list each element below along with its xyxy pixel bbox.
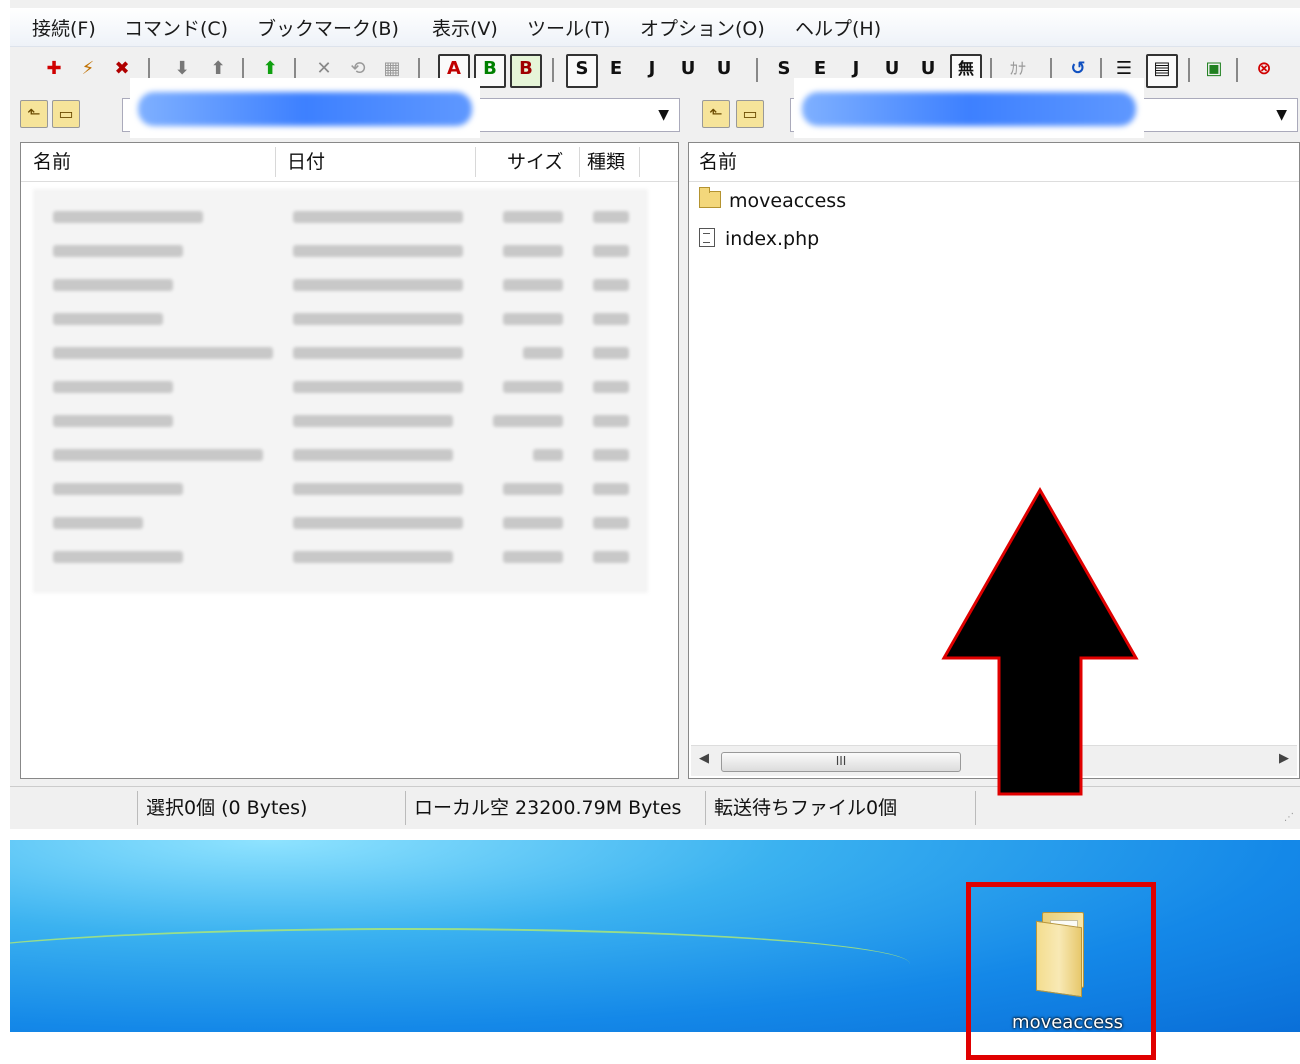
column-divider[interactable] <box>475 147 476 177</box>
chevron-down-icon[interactable]: ▼ <box>658 107 669 123</box>
menu-command[interactable]: コマンド(C) <box>124 14 228 41</box>
toolbar-separator <box>756 58 758 82</box>
plug-icon[interactable]: ✚ <box>40 54 68 84</box>
folder-up-icon[interactable]: ⬑ <box>20 100 48 128</box>
toolbar-separator <box>552 58 554 82</box>
host-sjis-button[interactable]: S <box>566 54 598 88</box>
folder-open-icon[interactable]: ▭ <box>736 100 764 128</box>
file-name: moveaccess <box>729 190 847 212</box>
menu-options[interactable]: オプション(O) <box>640 14 765 41</box>
column-divider[interactable] <box>639 147 640 177</box>
host-utf8bom-button[interactable]: U <box>710 54 738 84</box>
highlight-box <box>966 882 1156 1060</box>
local-file-pane[interactable]: 名前 日付 サイズ 種類 <box>20 142 679 779</box>
column-type[interactable]: 種類 <box>587 143 625 181</box>
abort-icon[interactable]: ⊗ <box>1250 54 1278 84</box>
host-jis-button[interactable]: J <box>638 54 666 84</box>
redacted-remote-path <box>794 78 1144 138</box>
column-divider[interactable] <box>275 147 276 177</box>
folder-up-icon[interactable]: ⬑ <box>702 100 730 128</box>
status-queue: 転送待ちファイル0個 <box>706 791 976 825</box>
menu-bookmark[interactable]: ブックマーク(B) <box>257 14 399 41</box>
remote-path-bar: ⬑ ▭ ▼ <box>690 78 1300 140</box>
host-utf8n-button[interactable]: U <box>674 54 702 84</box>
document-icon <box>699 228 715 247</box>
redacted-local-file-list <box>33 189 648 593</box>
lightning-icon[interactable]: ⚡ <box>74 54 102 84</box>
local-path-bar: ⬑ ▭ ▼ <box>10 78 680 140</box>
toolbar-separator <box>1188 58 1190 82</box>
folder-icon <box>699 187 721 208</box>
file-name: index.php <box>725 228 820 250</box>
list-item-file[interactable]: index.php <box>699 221 819 257</box>
auto-mode-button[interactable]: B <box>510 54 542 88</box>
menu-help[interactable]: ヘルプ(H) <box>795 14 881 41</box>
status-selection: 選択0個 (0 Bytes) <box>138 791 406 825</box>
folder-open-icon[interactable]: ▭ <box>52 100 80 128</box>
column-name[interactable]: 名前 <box>33 143 71 181</box>
status-local-free: ローカル空 23200.79M Bytes <box>406 791 706 825</box>
column-name[interactable]: 名前 <box>699 143 737 181</box>
menu-view[interactable]: 表示(V) <box>432 14 498 41</box>
status-blank <box>20 791 138 825</box>
upload-arrow-annotation <box>941 486 1139 796</box>
redacted-local-path <box>130 78 480 138</box>
menu-bar: 接続(F) コマンド(C) ブックマーク(B) 表示(V) ツール(T) オプシ… <box>10 8 1300 47</box>
sync-browse-icon[interactable]: ▣ <box>1200 54 1228 84</box>
toolbar-separator <box>1236 58 1238 82</box>
resize-grip-icon[interactable]: ⋰ <box>1284 812 1294 823</box>
detail-view-icon[interactable]: ▤ <box>1146 54 1178 88</box>
scroll-left-icon[interactable]: ◀ <box>699 751 709 766</box>
remote-column-header: 名前 <box>689 143 1299 182</box>
scroll-thumb[interactable]: III <box>721 752 961 772</box>
wallpaper-swoosh <box>10 928 910 1000</box>
arrow-up-icon <box>941 486 1139 796</box>
list-item-folder[interactable]: moveaccess <box>699 183 846 219</box>
chevron-down-icon[interactable]: ▼ <box>1276 107 1287 123</box>
column-divider[interactable] <box>579 147 580 177</box>
menu-connect[interactable]: 接続(F) <box>32 14 96 41</box>
host-euc-button[interactable]: E <box>602 54 630 84</box>
column-size[interactable]: サイズ <box>507 143 563 181</box>
menu-tools[interactable]: ツール(T) <box>527 14 610 41</box>
column-date[interactable]: 日付 <box>287 143 325 181</box>
scroll-right-icon[interactable]: ▶ <box>1279 751 1289 766</box>
local-column-header: 名前 日付 サイズ 種類 <box>21 143 678 182</box>
